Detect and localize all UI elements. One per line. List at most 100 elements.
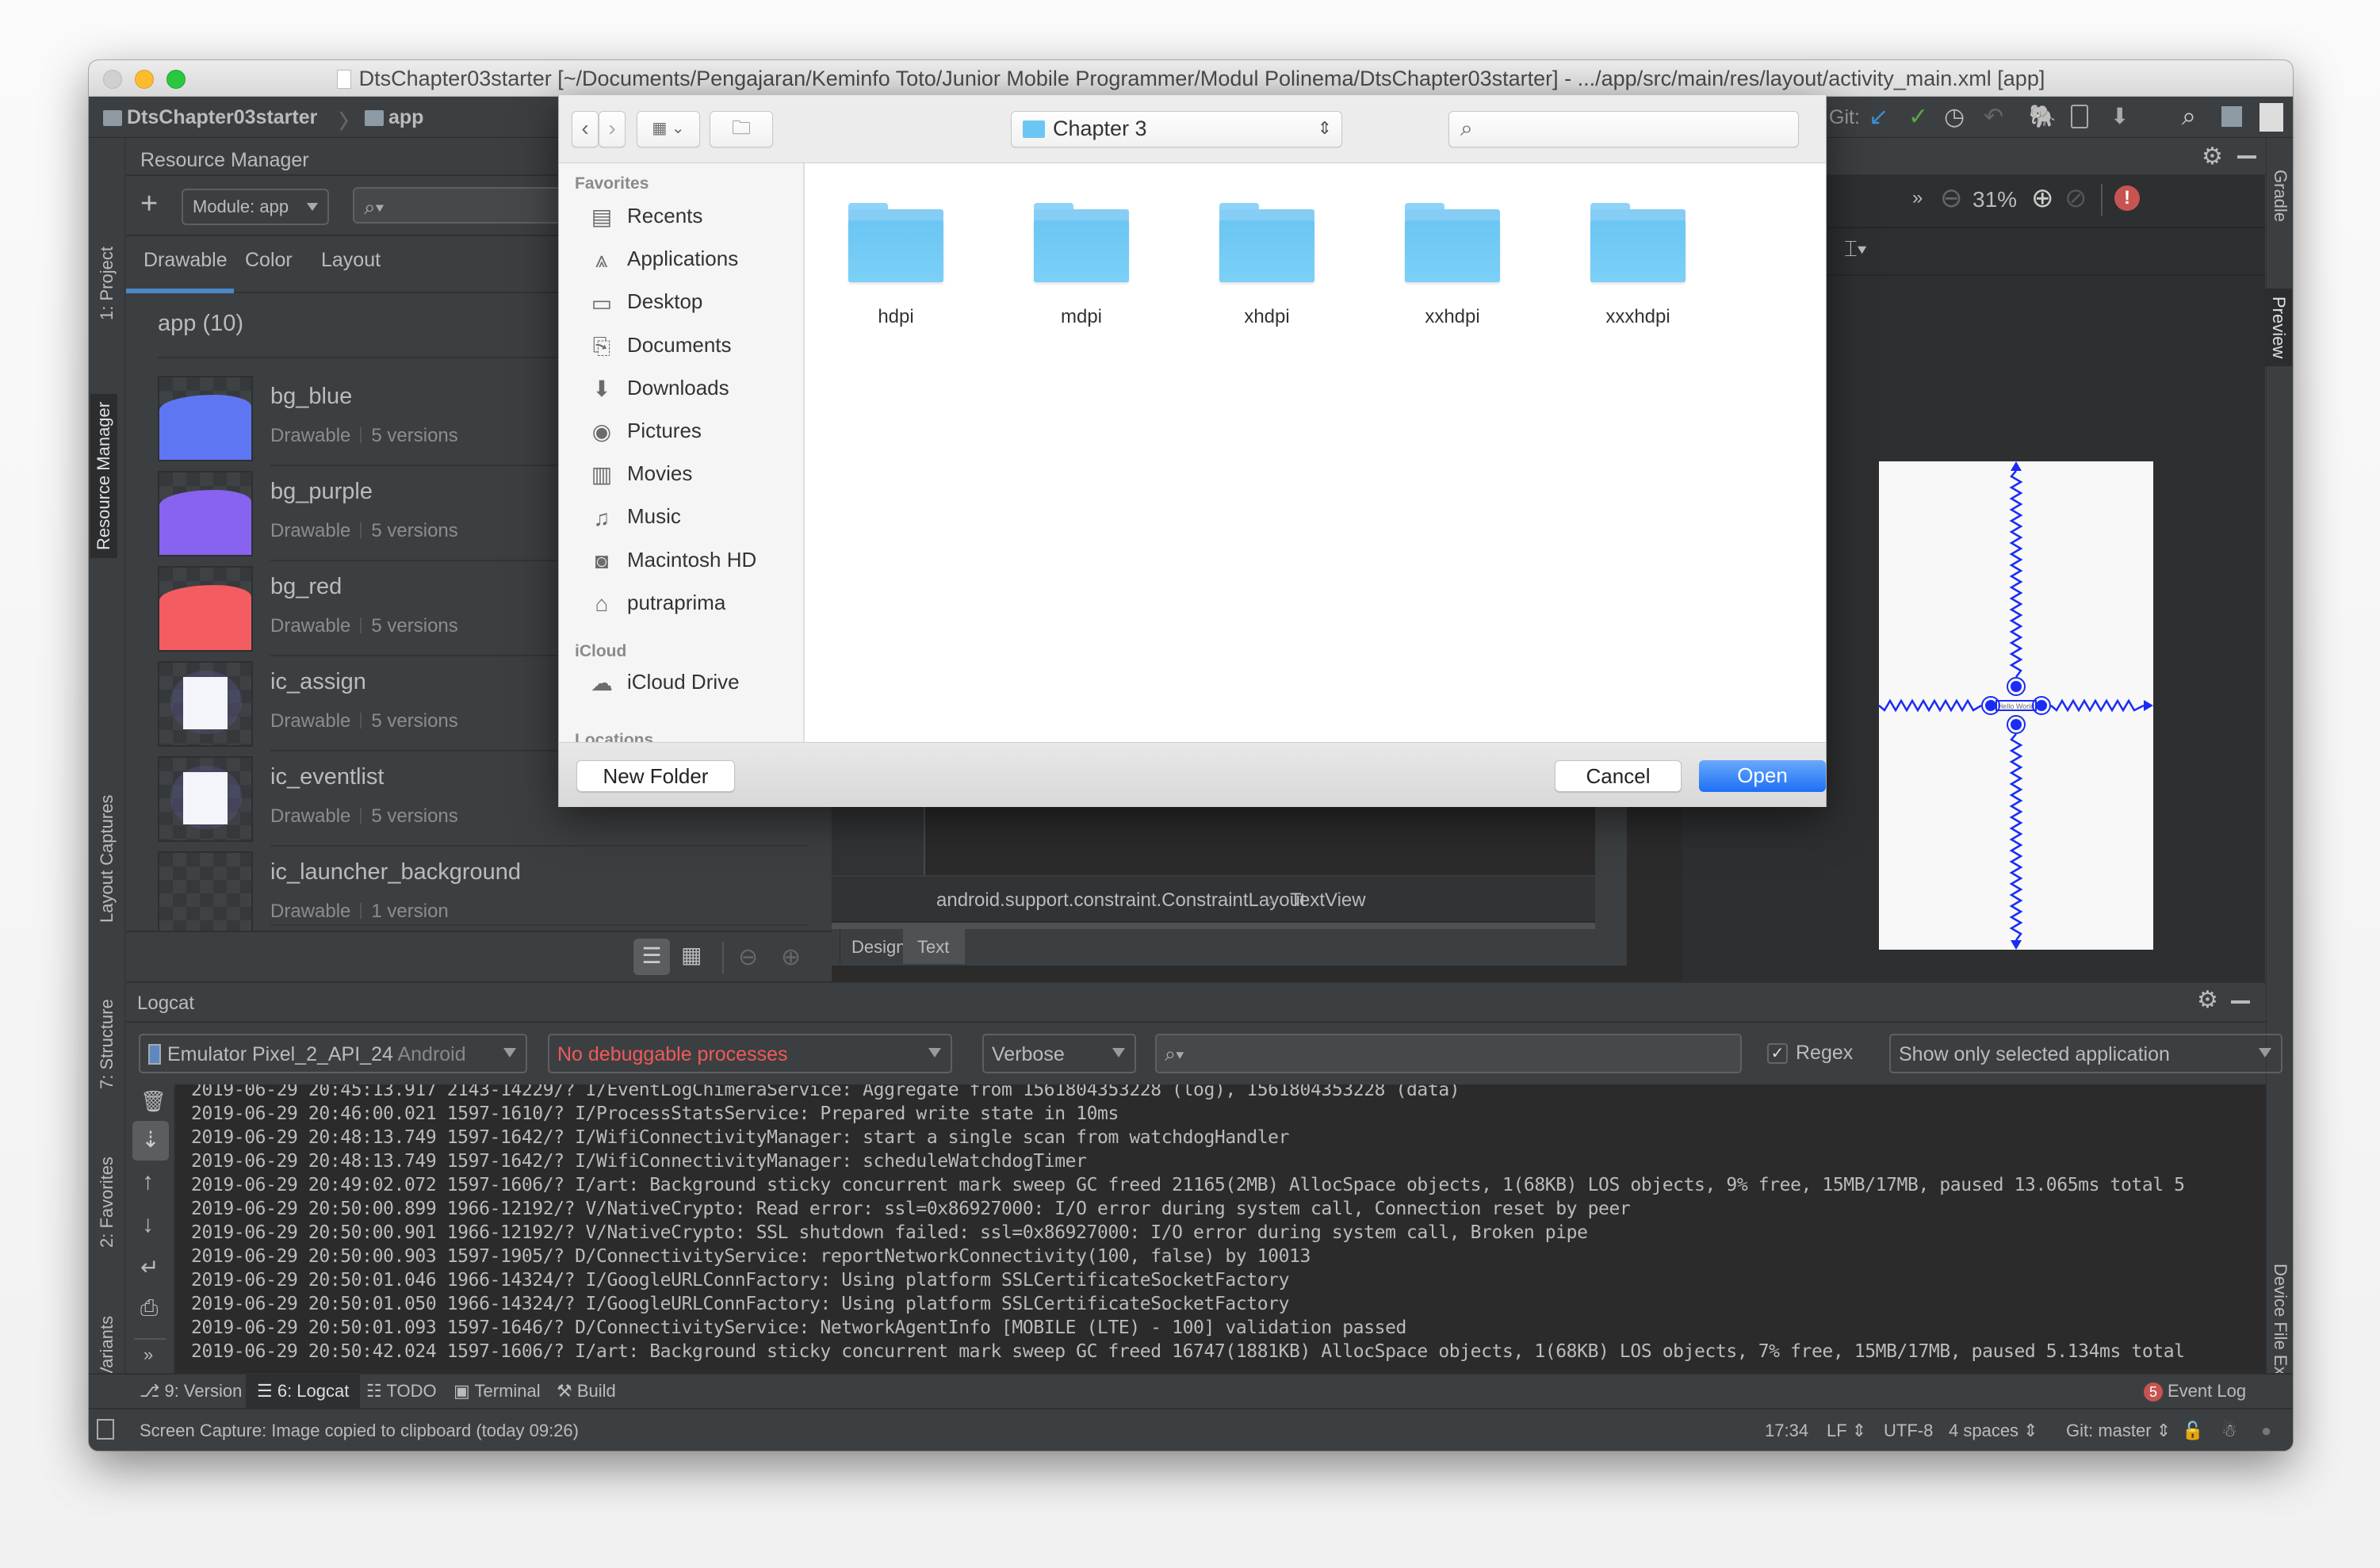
file-encoding[interactable]: UTF-8 xyxy=(1884,1421,1933,1441)
log-level-select[interactable]: Verbose xyxy=(982,1034,1136,1073)
tab-project[interactable]: 1: Project xyxy=(97,247,117,320)
indent-setting[interactable]: 4 spaces ⇕ xyxy=(1949,1421,2038,1441)
tab-text[interactable]: Text xyxy=(903,929,965,964)
dialog-search-input[interactable]: ⌕ xyxy=(1448,111,1799,147)
tab-design[interactable]: Design xyxy=(840,929,905,964)
sidebar-item[interactable]: ▤ Recents xyxy=(587,200,703,231)
tab-color[interactable]: Color xyxy=(245,249,293,272)
new-folder-button[interactable]: New Folder xyxy=(576,760,735,792)
avd-manager-icon[interactable] xyxy=(2071,105,2088,128)
folder-item[interactable]: xxhdpi xyxy=(1401,203,1504,328)
arrow-up-icon[interactable]: ↑ xyxy=(142,1168,154,1195)
status-message[interactable]: Screen Capture: Image copied to clipboar… xyxy=(140,1421,579,1441)
folder-item[interactable]: xhdpi xyxy=(1215,203,1318,328)
breadcrumb-module[interactable]: app xyxy=(365,106,423,129)
line-separator[interactable]: LF ⇕ xyxy=(1827,1421,1866,1441)
zoom-in-button[interactable]: ⊕ xyxy=(781,943,801,971)
sidebar-item[interactable]: ⬇ Downloads xyxy=(587,372,729,403)
tool-event-log[interactable]: 5 Event Log xyxy=(2144,1381,2246,1402)
git-branch[interactable]: Git: master ⇕ xyxy=(2066,1421,2171,1441)
lock-icon[interactable]: 🔓 xyxy=(2182,1421,2203,1441)
tab-layout[interactable]: Layout xyxy=(321,249,381,272)
cancel-button[interactable]: Cancel xyxy=(1555,760,1682,792)
sidebar-item[interactable]: ☁ iCloud Drive xyxy=(587,666,740,698)
sidebar-item[interactable]: ◙ Macintosh HD xyxy=(587,544,757,576)
anchor-top[interactable] xyxy=(2011,681,2022,692)
add-resource-button[interactable]: + xyxy=(140,187,158,221)
minimize-icon[interactable] xyxy=(2237,155,2256,159)
zoom-out-button[interactable]: ⊖ xyxy=(738,943,758,971)
forward-button[interactable]: › xyxy=(599,111,626,147)
zoom-out-button[interactable]: ⊖ xyxy=(1940,182,1963,214)
sidebar-item[interactable]: ▭ Desktop xyxy=(587,285,703,317)
zoom-in-button[interactable]: ⊕ xyxy=(2031,182,2054,214)
error-icon[interactable]: ! xyxy=(2114,185,2140,211)
git-update-icon[interactable]: ↙ xyxy=(1869,103,1888,131)
tab-drawable[interactable]: Drawable xyxy=(143,249,228,272)
anchor-bottom[interactable] xyxy=(2011,719,2022,730)
folder-item[interactable]: hdpi xyxy=(844,203,947,328)
tab-resource-manager[interactable]: Resource Manager xyxy=(90,393,117,558)
resource-item[interactable]: ic_launcher_background Drawable 1 version xyxy=(158,851,808,931)
caret-position[interactable]: 17:34 xyxy=(1765,1421,1808,1441)
sidebar-item[interactable]: ◉ Pictures xyxy=(587,415,702,446)
view-mode-button[interactable]: ▦ ⌄ xyxy=(637,111,700,147)
history-icon[interactable]: ◷ xyxy=(1944,103,1965,131)
anchor-left[interactable] xyxy=(1985,700,1996,711)
soft-wrap-icon[interactable]: ↵ xyxy=(140,1254,159,1280)
gear-icon[interactable]: ⚙ xyxy=(2202,143,2223,170)
grid-view-button[interactable]: ▦ xyxy=(681,942,702,968)
device-select[interactable]: Emulator Pixel_2_API_24 Android xyxy=(139,1034,527,1073)
sidebar-item[interactable]: ⌂ putraprima xyxy=(587,587,726,618)
zoom-fit-button[interactable]: ⊘ xyxy=(2064,182,2087,214)
tool-logcat[interactable]: ☰ 6: Logcat xyxy=(246,1375,361,1408)
scroll-to-end-icon[interactable]: ⇣ xyxy=(132,1121,169,1161)
anchor-right[interactable] xyxy=(2036,700,2047,711)
sidebar-item[interactable]: ▥ Movies xyxy=(587,457,693,489)
tab-preview[interactable]: Preview xyxy=(2265,289,2292,367)
tab-gradle[interactable]: Gradle xyxy=(2270,170,2290,222)
tool-todo[interactable]: ☷ TODO xyxy=(366,1381,437,1402)
print-icon[interactable]: ⎙ xyxy=(140,1295,158,1321)
process-select[interactable]: No debuggable processes xyxy=(548,1034,952,1073)
folder-item[interactable]: mdpi xyxy=(1030,203,1133,328)
regex-checkbox[interactable]: ✓ xyxy=(1767,1043,1788,1064)
arrow-down-icon[interactable]: ↓ xyxy=(142,1211,154,1238)
sidebar-item[interactable]: ♫ Music xyxy=(587,500,681,532)
git-commit-icon[interactable]: ✓ xyxy=(1908,103,1928,131)
back-button[interactable]: ‹ xyxy=(572,111,599,147)
account-icon[interactable] xyxy=(2259,103,2283,132)
breadcrumb-constraint-layout[interactable]: android.support.constraint.ConstraintLay… xyxy=(936,889,1306,912)
horizontal-scrollbar[interactable] xyxy=(832,923,1595,929)
list-view-button[interactable]: ☰ xyxy=(633,939,670,975)
clear-logcat-icon[interactable]: 🗑 xyxy=(140,1089,166,1114)
project-structure-icon[interactable] xyxy=(2221,106,2242,127)
open-button[interactable]: Open xyxy=(1699,760,1826,792)
revert-icon[interactable]: ↶ xyxy=(1984,103,2003,131)
tab-structure[interactable]: 7: Structure xyxy=(97,999,117,1089)
breadcrumb-project[interactable]: DtsChapter03starter xyxy=(103,106,317,129)
sidebar-item[interactable]: ⎘ Documents xyxy=(587,329,732,361)
sdk-manager-icon[interactable]: ⬇ xyxy=(2110,103,2129,129)
guidelines-icon[interactable]: ⌶▾ xyxy=(1844,236,1867,262)
breadcrumb-textview[interactable]: TextView xyxy=(1290,889,1366,912)
minimize-icon[interactable] xyxy=(2231,1000,2250,1004)
notifications-icon[interactable]: ● xyxy=(2261,1421,2271,1441)
tool-terminal[interactable]: ▣ Terminal xyxy=(453,1381,541,1402)
tab-favorites[interactable]: 2: Favorites xyxy=(97,1157,117,1248)
tool-build[interactable]: ⚒ Build xyxy=(557,1381,616,1402)
gradle-sync-icon[interactable]: 🐘 xyxy=(2029,103,2057,129)
search-everywhere-icon[interactable]: ⌕ xyxy=(2182,101,2196,132)
folder-item[interactable]: xxxhdpi xyxy=(1586,203,1689,328)
filter-select[interactable]: Show only selected application xyxy=(1889,1034,2282,1073)
inspector-icon[interactable]: ☃ xyxy=(2221,1421,2237,1441)
more-icon[interactable]: » xyxy=(1912,187,1923,209)
module-select[interactable]: Module: app xyxy=(182,189,329,225)
logcat-search-input[interactable]: ⌕▾ xyxy=(1155,1034,1742,1073)
gear-icon[interactable]: ⚙ xyxy=(2197,986,2218,1014)
location-select[interactable]: Chapter 3 ⇕ xyxy=(1011,111,1342,147)
sidebar-item[interactable]: ⩓ Applications xyxy=(587,243,738,274)
logcat-output[interactable]: 2019-06-29 20:45:13.917 2143-14229/? I/E… xyxy=(175,1084,2266,1375)
toggle-tool-windows-icon[interactable] xyxy=(97,1419,114,1440)
more-icon[interactable]: » xyxy=(143,1344,153,1365)
